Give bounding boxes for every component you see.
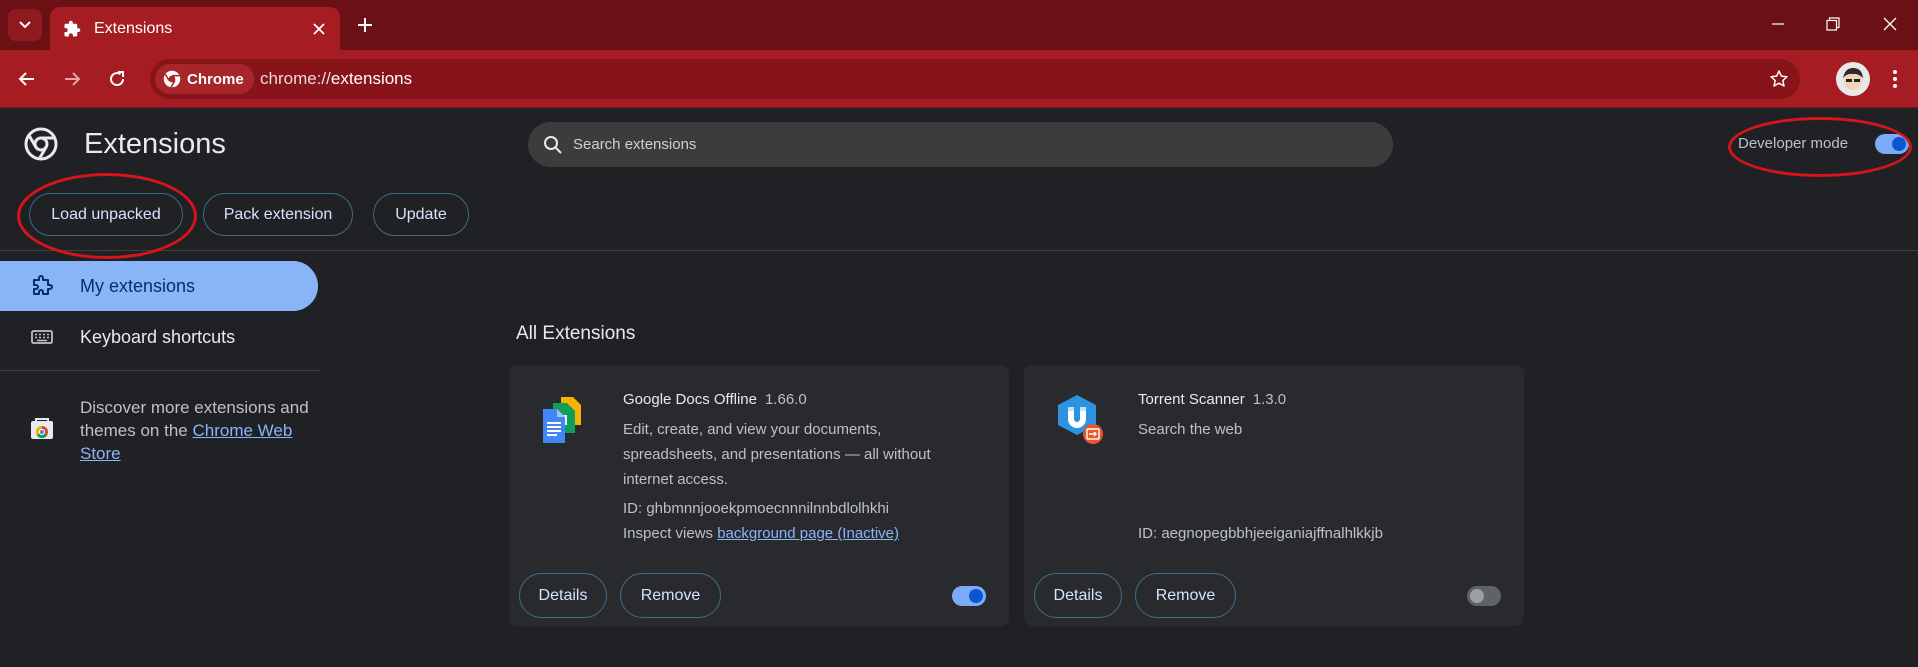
reload-button[interactable] <box>100 62 134 96</box>
chrome-logo-icon <box>24 127 58 161</box>
section-title: All Extensions <box>516 323 636 344</box>
google-docs-offline-icon <box>543 397 581 443</box>
close-window-button[interactable] <box>1872 8 1908 40</box>
forward-button[interactable] <box>55 62 89 96</box>
extension-card: Google Docs Offline 1.66.0 Edit, create, … <box>509 365 1009 626</box>
search-icon <box>544 135 562 154</box>
arrow-right-icon <box>65 72 81 86</box>
title-bar: Extensions <box>0 0 1918 50</box>
developer-mode-toggle[interactable] <box>1875 134 1909 154</box>
back-button[interactable] <box>10 62 44 96</box>
sidebar-divider <box>0 370 320 371</box>
avatar-icon <box>1843 68 1863 90</box>
search-input[interactable] <box>573 136 1353 153</box>
remove-button[interactable]: Remove <box>1135 573 1236 618</box>
sidebar-item-keyboard-shortcuts[interactable]: Keyboard shortcuts <box>0 312 318 362</box>
extension-version: 1.3.0 <box>1252 391 1287 408</box>
extension-enable-toggle[interactable] <box>1467 586 1501 606</box>
web-store-icon <box>31 418 53 439</box>
chevron-down-icon <box>19 21 31 29</box>
chrome-logo-icon <box>163 70 181 88</box>
extension-name-text: Torrent Scanner <box>1138 391 1245 408</box>
close-tab-icon[interactable] <box>306 16 332 42</box>
plus-icon <box>358 18 372 32</box>
details-button[interactable]: Details <box>519 573 607 618</box>
restore-button[interactable] <box>1815 8 1851 40</box>
star-icon <box>1770 70 1788 87</box>
tab-title: Extensions <box>94 19 173 37</box>
inspect-views: Inspect views background page (Inactive) <box>623 525 899 542</box>
extension-icon <box>33 275 53 295</box>
background-page-link[interactable]: background page (Inactive) <box>717 525 899 542</box>
arrow-left-icon <box>18 72 34 86</box>
keyboard-icon <box>31 330 53 344</box>
extension-name-text: Google Docs Offline <box>623 391 757 408</box>
close-icon <box>1883 17 1897 31</box>
url-host: extensions <box>330 69 413 88</box>
extension-name: Torrent Scanner 1.3.0 <box>1138 391 1286 408</box>
torrent-scanner-icon <box>1058 395 1103 444</box>
extension-description: Edit, create, and view your documents, s… <box>623 421 931 488</box>
toggle-knob <box>1892 137 1906 151</box>
remove-button[interactable]: Remove <box>620 573 721 618</box>
minimize-icon <box>1772 23 1784 25</box>
address-bar[interactable]: Chrome chrome://extensions <box>150 59 1800 99</box>
url-text: chrome://extensions <box>260 69 412 89</box>
inspect-views-label: Inspect views <box>623 525 718 542</box>
extension-id: ID: ghbmnnjooekpmoecnnnilnnbdlolhkhi <box>623 500 890 517</box>
page-title: Extensions <box>84 128 226 160</box>
extension-description: Search the web <box>1138 421 1243 438</box>
search-bar[interactable] <box>528 122 1393 167</box>
sidebar-item-my-extensions[interactable]: My extensions <box>0 261 318 311</box>
web-store-promo: Discover more extensions and themes on t… <box>80 396 320 465</box>
extension-enable-toggle[interactable] <box>952 586 986 606</box>
toggle-knob <box>1470 589 1484 603</box>
sidebar-item-label: Keyboard shortcuts <box>80 326 236 347</box>
extension-name: Google Docs Offline 1.66.0 <box>623 391 807 408</box>
header-divider <box>0 250 1918 251</box>
new-tab-button[interactable] <box>350 10 380 40</box>
developer-mode-label: Developer mode <box>1738 135 1849 152</box>
site-chip-label: Chrome <box>187 70 244 88</box>
restore-icon <box>1826 17 1840 31</box>
chrome-menu-button[interactable] <box>1880 62 1910 96</box>
profile-avatar[interactable] <box>1836 62 1870 96</box>
browser-toolbar: Chrome chrome://extensions <box>0 50 1918 108</box>
puzzle-icon <box>62 19 82 39</box>
extension-version: 1.66.0 <box>764 391 807 408</box>
site-info-chip[interactable]: Chrome <box>155 64 254 94</box>
load-unpacked-button[interactable]: Load unpacked <box>29 193 183 236</box>
bookmark-star-button[interactable] <box>1765 65 1793 93</box>
update-button[interactable]: Update <box>373 193 469 236</box>
active-tab[interactable]: Extensions <box>50 7 340 50</box>
details-button[interactable]: Details <box>1034 573 1122 618</box>
pack-extension-button[interactable]: Pack extension <box>203 193 353 236</box>
minimize-button[interactable] <box>1760 8 1796 40</box>
url-scheme: chrome:// <box>260 69 331 88</box>
sidebar-item-label: My extensions <box>80 275 196 296</box>
tab-search-button[interactable] <box>8 9 42 41</box>
extension-id: ID: aegnopegbbhjeeiganiajffnalhlkkjb <box>1138 525 1383 542</box>
toggle-knob <box>969 589 983 603</box>
reload-icon <box>110 71 125 87</box>
extension-card: Torrent Scanner 1.3.0 Search the web ID: … <box>1024 365 1524 626</box>
more-vertical-icon <box>1893 70 1897 88</box>
